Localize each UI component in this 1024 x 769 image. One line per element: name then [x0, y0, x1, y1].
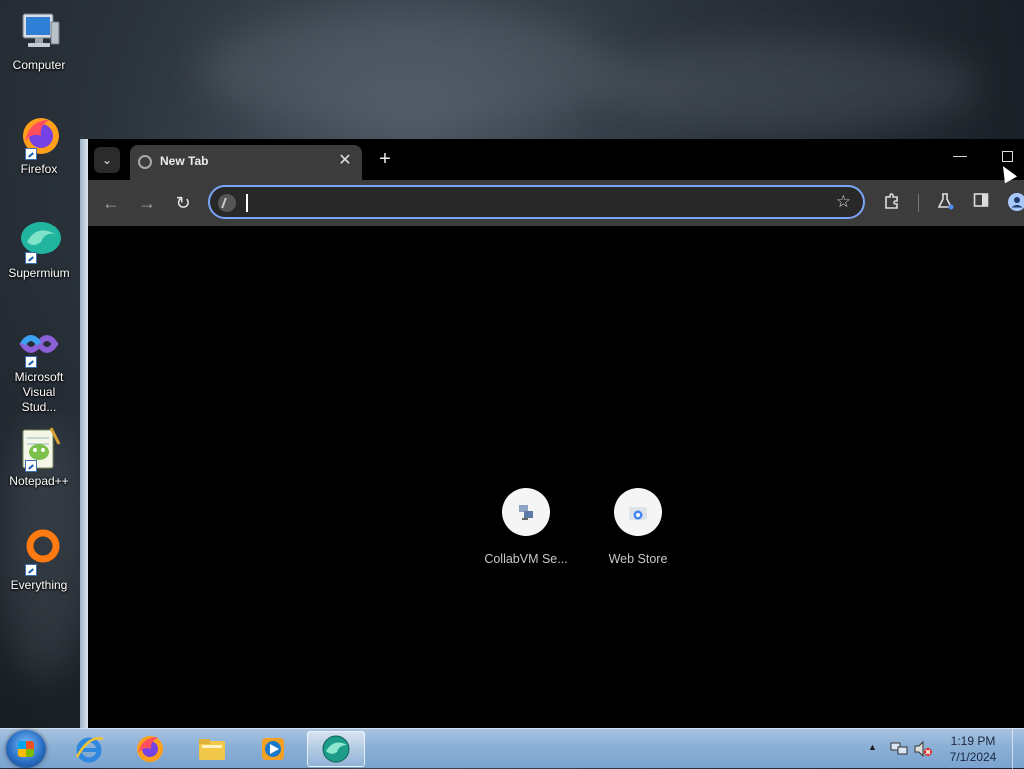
internet-explorer-icon	[75, 737, 104, 763]
profile-avatar-icon	[1008, 193, 1024, 211]
clock-time: 1:19 PM	[950, 734, 996, 748]
taskbar-media-player[interactable]	[244, 731, 302, 767]
browser-window: ⌄ New Tab ✕ + — ← → ↻ ☆ CollabVM Se... W…	[80, 139, 1024, 728]
desktop-icon-label: Supermium	[8, 266, 70, 280]
reload-button[interactable]: ↻	[170, 190, 196, 216]
collabvm-favicon-icon	[502, 488, 550, 536]
desktop-icon-everything[interactable]: Everything	[4, 528, 74, 593]
desktop-icon-label: Notepad++	[9, 474, 69, 488]
shortcut-tile-web-store[interactable]: Web Store	[588, 488, 688, 566]
new-tab-page: CollabVM Se... Web Store	[88, 226, 1024, 728]
side-panel-button[interactable]	[970, 192, 992, 214]
tab-new-tab[interactable]: New Tab ✕	[130, 145, 362, 180]
desktop-icon-computer[interactable]: Computer	[4, 8, 74, 73]
clock-date: 7/1/2024	[949, 750, 997, 764]
profile-button[interactable]	[1006, 192, 1024, 214]
extensions-button[interactable]	[881, 192, 903, 214]
computer-icon	[15, 8, 63, 56]
desktop-icon-notepadpp[interactable]: Notepad++	[4, 424, 74, 489]
chevron-down-icon: ⌄	[101, 153, 113, 167]
wallpaper-cloud	[600, 40, 980, 130]
desktop-icon-label: Computer	[12, 58, 66, 72]
shortcut-tile-label: CollabVM Se...	[484, 552, 568, 566]
shortcut-arrow-icon	[25, 564, 37, 576]
taskbar-clock[interactable]: 1:19 PM 7/1/2024	[940, 733, 1006, 765]
everything-search-icon	[15, 528, 63, 576]
toolbar-separator	[918, 194, 919, 212]
notepadpp-icon	[15, 424, 63, 472]
show-desktop-button[interactable]	[1012, 729, 1024, 769]
visual-studio-icon	[15, 320, 63, 368]
supermium-icon	[15, 216, 63, 264]
shortcut-arrow-icon	[25, 460, 37, 472]
taskbar-internet-explorer[interactable]	[60, 731, 118, 767]
minimize-button[interactable]: —	[950, 145, 970, 171]
browser-toolbar: ← → ↻ ☆	[88, 180, 1024, 226]
taskbar-supermium[interactable]	[307, 731, 365, 767]
taskbar-file-explorer[interactable]	[183, 731, 241, 767]
tab-strip: ⌄ New Tab ✕ + —	[88, 139, 1024, 180]
desktop-icon-supermium[interactable]: Supermium	[4, 216, 74, 281]
desktop-icon-firefox[interactable]: Firefox	[4, 112, 74, 177]
desktop-icon-label: Firefox	[20, 162, 58, 176]
desktop-icon-label: Everything	[10, 578, 68, 592]
firefox-icon	[15, 112, 63, 160]
desktop-icon-label: Microsoft Visual Stud...	[14, 370, 64, 414]
bookmark-star-icon[interactable]: ☆	[836, 192, 851, 212]
wallpaper-cloud	[200, 10, 620, 130]
tab-title: New Tab	[160, 154, 209, 168]
firefox-icon	[137, 736, 163, 762]
globe-icon	[138, 155, 152, 169]
desktop-icon-visual-studio[interactable]: Microsoft Visual Stud...	[4, 320, 74, 415]
maximize-button[interactable]	[1002, 151, 1013, 162]
back-button[interactable]: ←	[98, 190, 124, 216]
volume-muted-icon	[914, 741, 932, 757]
start-button[interactable]	[6, 730, 46, 768]
supermium-icon	[322, 735, 350, 763]
puzzle-icon	[885, 193, 898, 209]
web-store-icon	[614, 488, 662, 536]
shortcut-arrow-icon	[25, 356, 37, 368]
shortcut-tile-label: Web Store	[608, 552, 668, 566]
address-input[interactable]	[244, 191, 828, 215]
chevron-up-icon: ▲	[868, 742, 877, 752]
network-icon	[890, 742, 908, 755]
labs-button[interactable]	[934, 192, 956, 214]
tab-search-button[interactable]: ⌄	[94, 147, 120, 173]
text-caret	[246, 194, 248, 212]
shortcut-arrow-icon	[25, 252, 37, 264]
tab-close-button[interactable]: ✕	[336, 152, 354, 170]
address-bar[interactable]: ☆	[208, 185, 865, 219]
site-info-icon[interactable]	[218, 194, 236, 212]
media-player-icon	[262, 738, 284, 760]
shortcut-arrow-icon	[25, 148, 37, 160]
shortcut-tile-collabvm[interactable]: CollabVM Se...	[476, 488, 576, 566]
flask-icon	[937, 193, 954, 210]
folder-icon	[199, 739, 225, 760]
new-tab-button[interactable]: +	[372, 147, 398, 173]
taskbar-firefox[interactable]	[121, 731, 179, 767]
side-panel-icon	[973, 193, 989, 207]
forward-button[interactable]: →	[134, 190, 160, 216]
taskbar: ▲ 1:19 PM 7/1/2024	[0, 728, 1024, 769]
